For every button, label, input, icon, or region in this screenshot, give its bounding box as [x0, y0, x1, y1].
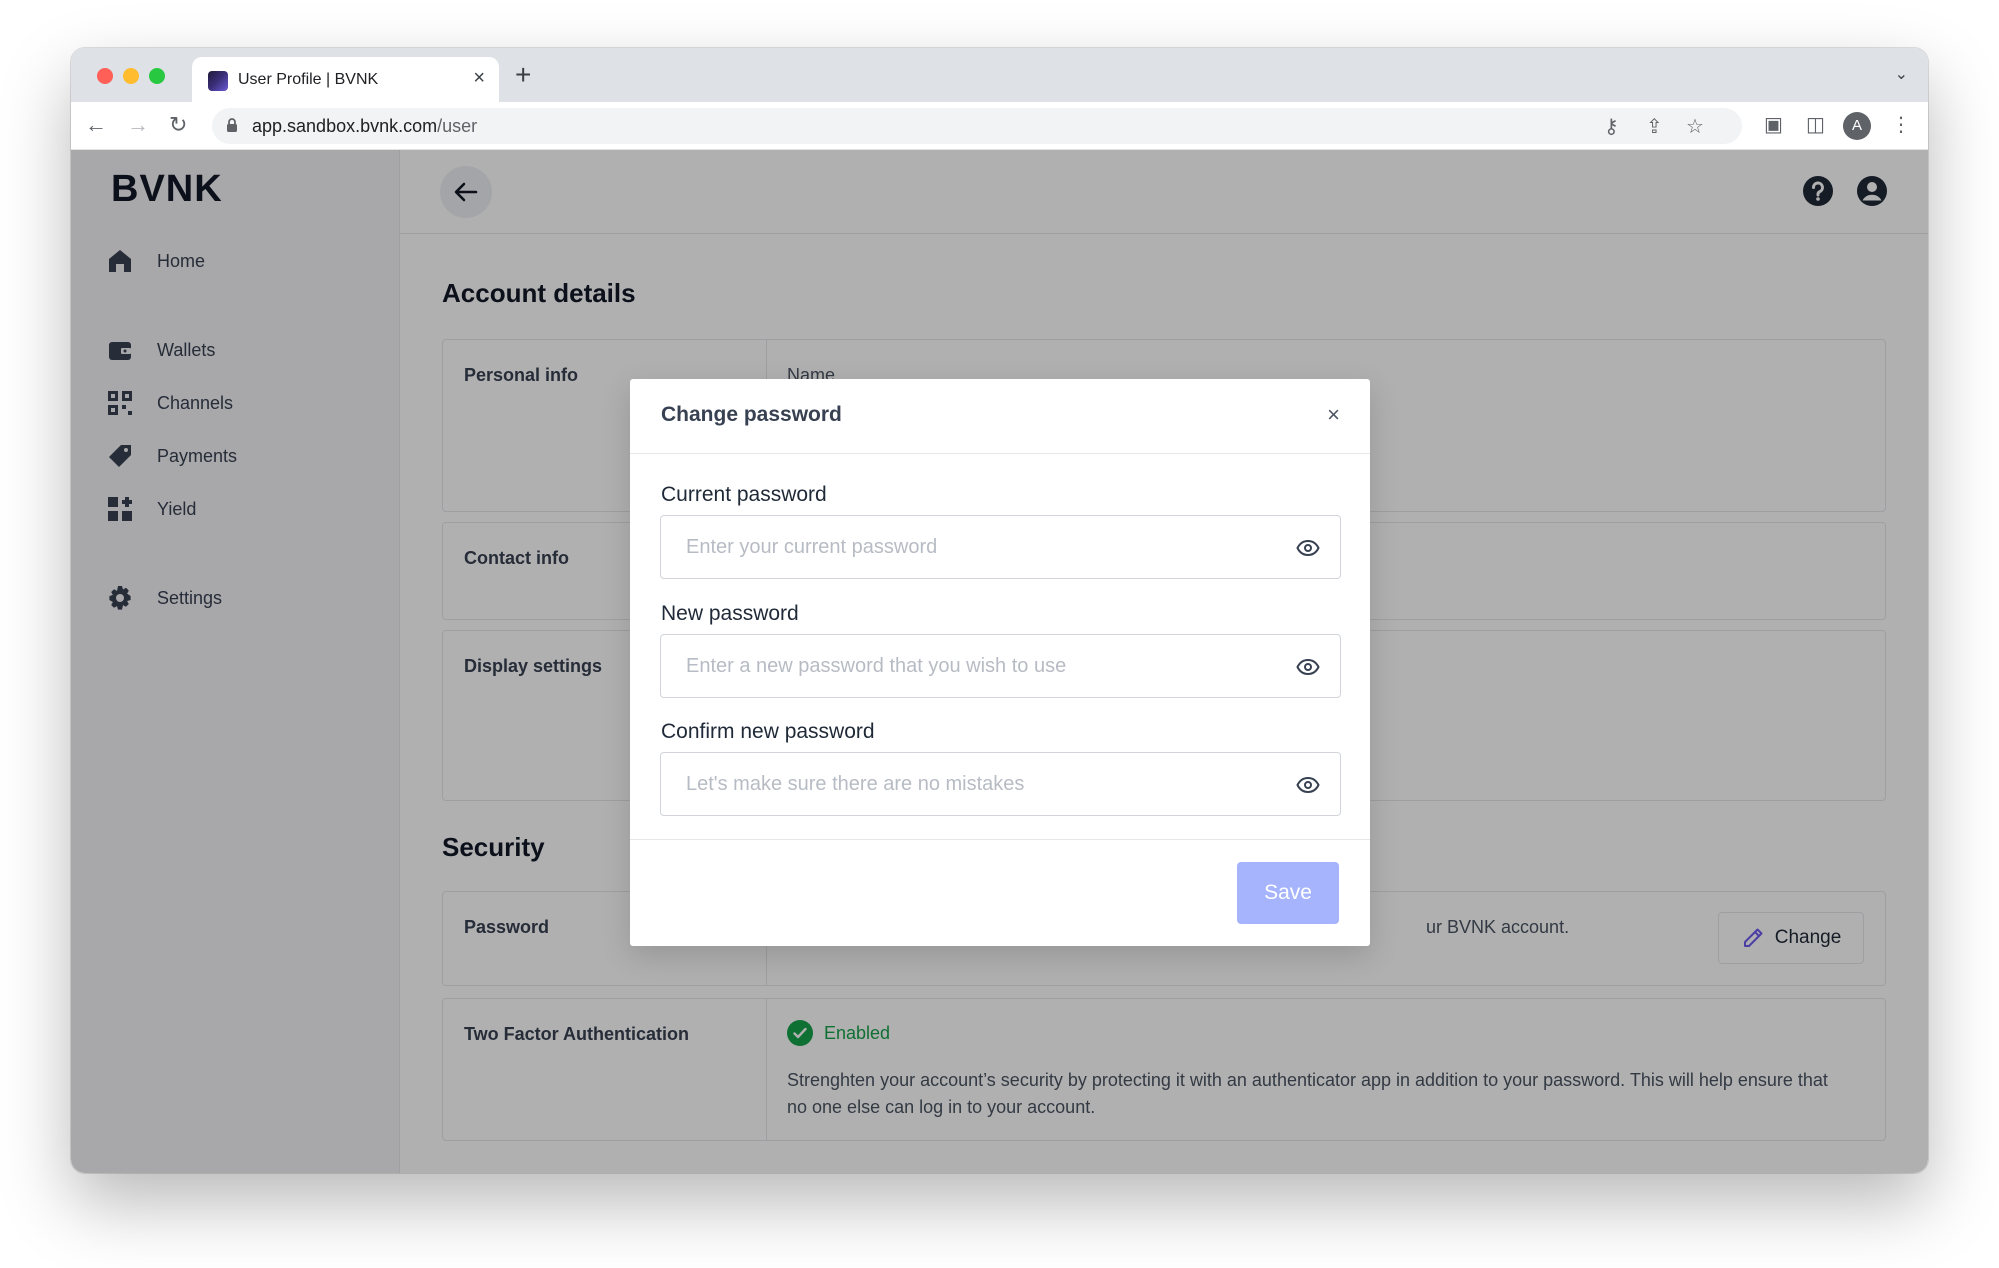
save-button[interactable]: Save — [1237, 862, 1339, 924]
confirm-password-input[interactable] — [686, 753, 1266, 815]
eye-icon[interactable] — [1296, 657, 1320, 677]
new-tab-button[interactable]: + — [515, 59, 531, 91]
confirm-password-field — [660, 752, 1341, 816]
tab-search-chevron-icon[interactable]: ⌄ — [1895, 64, 1908, 84]
url-host: app.sandbox.bvnk.com — [252, 116, 438, 136]
browser-forward-icon[interactable]: → — [127, 112, 149, 138]
share-icon[interactable]: ⇪ — [1646, 114, 1663, 139]
browser-tab[interactable]: User Profile | BVNK × — [192, 57, 499, 102]
modal-title: Change password — [661, 403, 842, 426]
confirm-password-label: Confirm new password — [661, 720, 875, 743]
current-password-label: Current password — [661, 483, 827, 506]
modal-footer-divider — [630, 839, 1370, 840]
browser-window: User Profile | BVNK × + ⌄ ← → ↻ app.sand… — [71, 48, 1928, 1173]
new-password-label: New password — [661, 602, 799, 625]
address-bar[interactable]: app.sandbox.bvnk.com/user ⚷ ⇪ ☆ — [212, 108, 1742, 144]
current-password-field — [660, 515, 1341, 579]
eye-icon[interactable] — [1296, 775, 1320, 795]
tab-close-icon[interactable]: × — [473, 67, 485, 90]
eye-icon[interactable] — [1296, 538, 1320, 558]
current-password-input[interactable] — [686, 516, 1266, 578]
close-window-button[interactable] — [97, 68, 113, 84]
reload-icon[interactable]: ↻ — [169, 112, 187, 138]
maximize-window-button[interactable] — [149, 68, 165, 84]
new-password-field — [660, 634, 1341, 698]
close-icon[interactable]: × — [1327, 403, 1340, 427]
minimize-window-button[interactable] — [123, 68, 139, 84]
lock-icon — [227, 118, 237, 132]
bookmark-star-icon[interactable]: ☆ — [1686, 114, 1704, 139]
browser-menu-icon[interactable]: ⋮ — [1891, 112, 1911, 137]
bvnk-favicon-icon — [208, 71, 228, 91]
browser-back-icon[interactable]: ← — [85, 112, 107, 138]
new-password-input[interactable] — [686, 635, 1266, 697]
modal-header: Change password × — [630, 379, 1370, 454]
side-panel-icon[interactable]: ◫ — [1806, 112, 1825, 137]
change-password-modal: Change password × Current password New p… — [630, 379, 1370, 946]
extensions-icon[interactable]: ▣ — [1764, 112, 1783, 137]
browser-toolbar: ← → ↻ app.sandbox.bvnk.com/user ⚷ ⇪ ☆ ▣ … — [71, 102, 1928, 150]
tab-title: User Profile | BVNK — [238, 71, 379, 88]
browser-profile-avatar[interactable]: A — [1843, 112, 1871, 140]
tab-bar: User Profile | BVNK × + ⌄ — [71, 48, 1928, 102]
url-path: /user — [437, 116, 478, 136]
url-text: app.sandbox.bvnk.com/user — [252, 116, 477, 137]
key-icon[interactable]: ⚷ — [1604, 114, 1619, 139]
